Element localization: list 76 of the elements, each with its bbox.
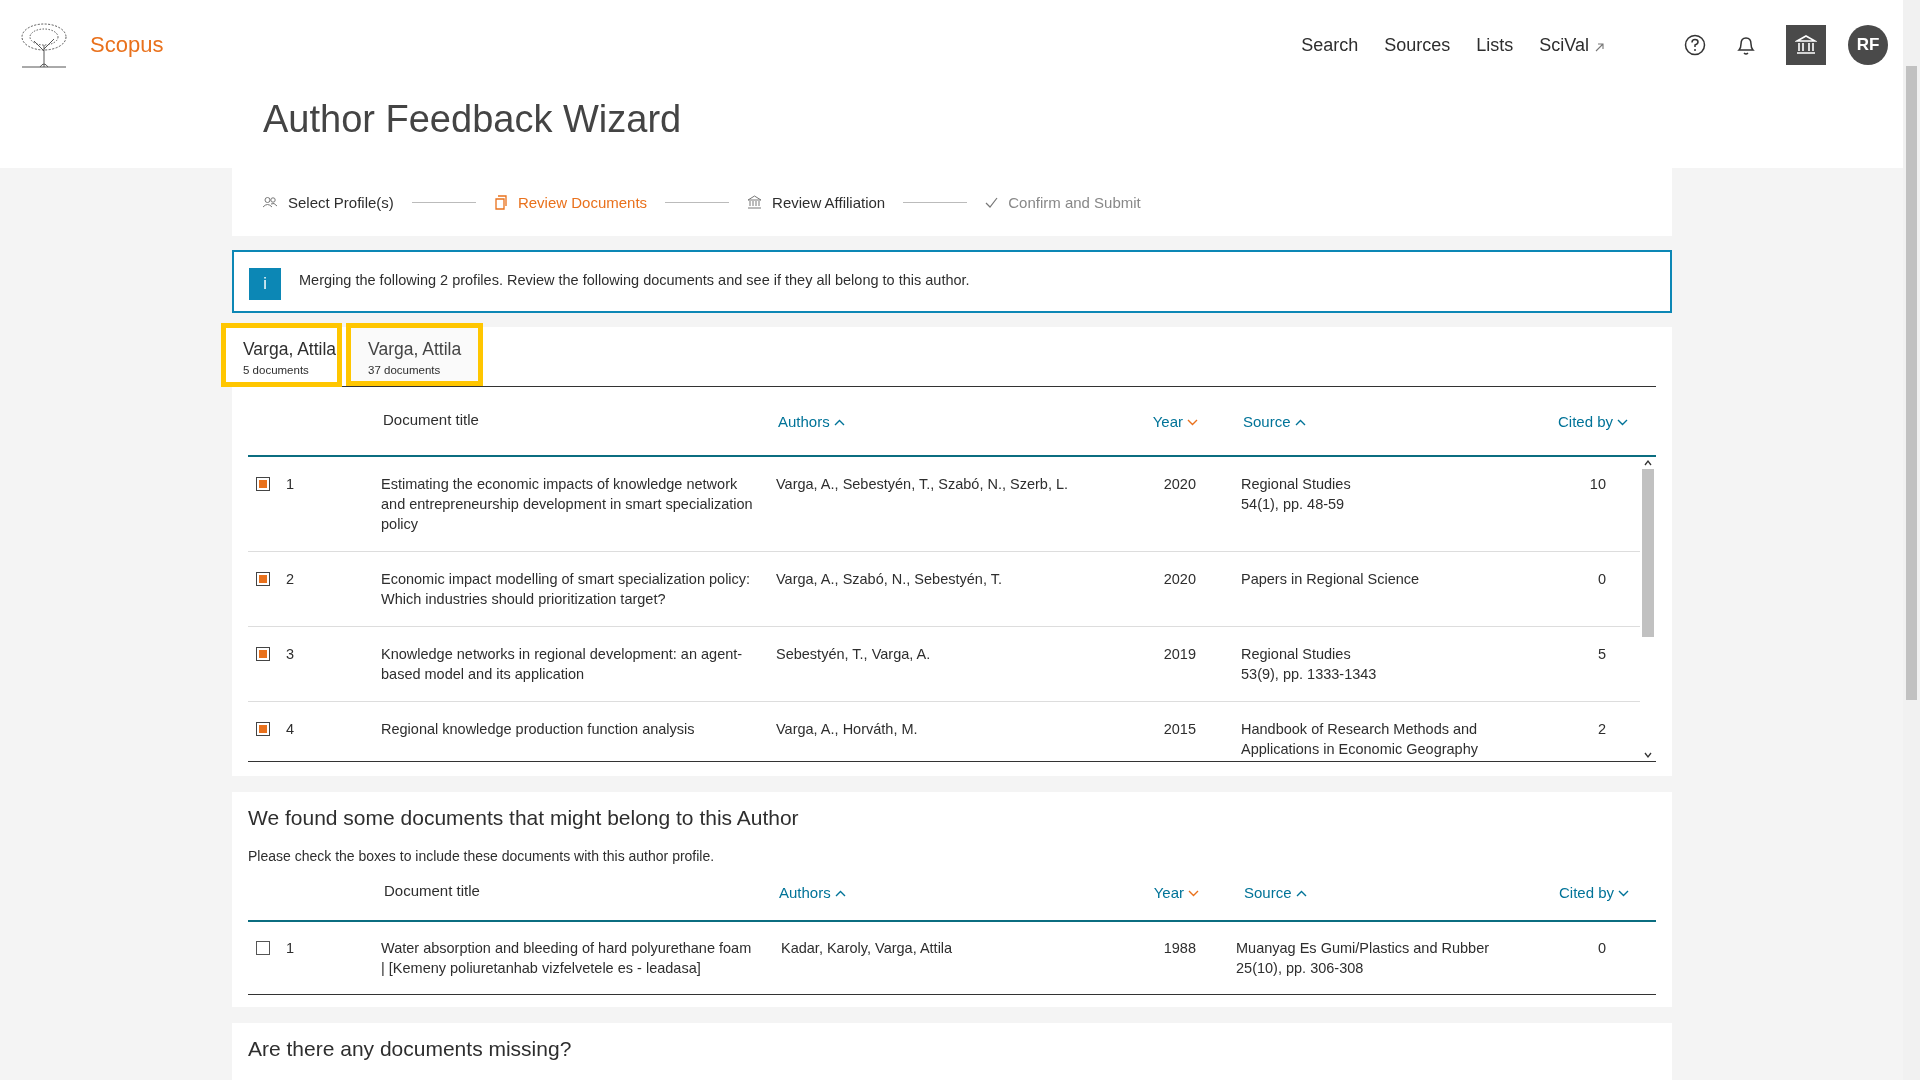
nav-link[interactable]: Lists	[1476, 34, 1514, 56]
section-hint: Please check the boxes to include these documents with this author profile.	[248, 848, 716, 864]
row-number: 3	[285, 645, 296, 664]
external-link-icon	[1595, 43, 1604, 52]
sort-column-button[interactable]: Authors	[778, 412, 845, 430]
checkbox[interactable]	[256, 572, 270, 586]
nav-link[interactable]: Sources	[1384, 34, 1451, 56]
section-heading: We found some documents that might belong to this Author	[248, 806, 800, 830]
cited-by-count: 0	[1596, 570, 1607, 589]
checkbox[interactable]	[256, 477, 270, 491]
year-cell-text: 2020	[1162, 570, 1196, 589]
column-header: Document title	[383, 410, 479, 428]
checkbox[interactable]	[256, 647, 270, 661]
authors-cell-text: Varga, A., Sebestyén, T., Szabó, N., Szerb, L.	[775, 475, 1070, 494]
nav-link[interactable]: Search	[1301, 34, 1359, 56]
section-heading: Are there any documents missing?	[248, 1037, 573, 1061]
institution-icon	[1795, 34, 1817, 56]
sort-column-button[interactable]: Source	[1243, 412, 1306, 430]
sort-column-button[interactable]: Year	[1153, 883, 1199, 901]
year-cell-text: 2015	[1162, 720, 1196, 739]
year-cell-text: 1988	[1162, 939, 1196, 958]
column-header: Document title	[384, 881, 480, 899]
authors-cell-text: Varga, A., Szabó, N., Sebestyén, T.	[775, 570, 1003, 589]
institution-button[interactable]	[1786, 25, 1826, 65]
info-icon: i	[249, 268, 281, 300]
sort-column-button[interactable]: Source	[1244, 883, 1307, 901]
source-name: Muanyag Es Gumi/Plastics and Rubber	[1236, 939, 1491, 958]
source-detail: 54(1), pp. 48-59	[1241, 495, 1346, 514]
info-message: Merging the following 2 profiles. Review the following documents and see if they all belong to this author.	[299, 271, 970, 288]
cited-by-count: 10	[1588, 475, 1607, 494]
row-number: 1	[285, 475, 296, 494]
source-detail: 53(9), pp. 1333-1343	[1241, 665, 1378, 684]
checkbox[interactable]	[256, 722, 270, 736]
row-number: 4	[285, 720, 296, 739]
year-cell-text: 2019	[1162, 645, 1196, 664]
cited-by-count: 0	[1596, 939, 1607, 958]
source-name: Regional Studies	[1241, 645, 1352, 664]
document-title: Water absorption and bleeding of hard polyurethane foam | [Kemeny poliuretanhab vizfelvetele es - leadasa]	[381, 939, 753, 978]
source-name: Papers in Regional Science	[1241, 570, 1421, 589]
source-name: Handbook of Research Methods and Applications in Economic Geography	[1241, 720, 1479, 759]
authors-cell-text: Kadar, Karoly, Varga, Attila	[780, 939, 954, 958]
sort-column-button[interactable]: Cited by	[1557, 412, 1628, 430]
cited-by-count: 5	[1596, 645, 1607, 664]
brand-name[interactable]: Scopus	[90, 32, 164, 58]
check-icon	[985, 196, 999, 208]
cited-by-count: 2	[1596, 720, 1607, 739]
institution-icon	[747, 195, 763, 209]
sort-column-button[interactable]: Cited by	[1558, 883, 1629, 901]
bell-icon[interactable]	[1736, 34, 1756, 56]
wizard-step[interactable]: Review Affiliation	[747, 193, 886, 211]
document-title: Economic impact modelling of smart specialization policy: Which industries should prioritization target?	[381, 570, 752, 609]
people-icon	[262, 195, 278, 209]
row-number: 1	[285, 939, 296, 958]
year-cell-text: 2020	[1162, 475, 1196, 494]
authors-cell-text: Sebestyén, T., Varga, A.	[775, 645, 932, 664]
help-icon[interactable]	[1684, 34, 1706, 56]
sort-column-button[interactable]: Authors	[779, 883, 846, 901]
user-avatar[interactable]: RF	[1848, 25, 1888, 65]
row-number: 2	[285, 570, 296, 589]
document-title: Estimating the economic impacts of knowledge network and entrepreneurship development in smart specialization policy	[381, 475, 754, 534]
sort-column-button[interactable]: Year	[1152, 412, 1198, 430]
nav-link[interactable]: SciVal	[1539, 34, 1604, 56]
wizard-step[interactable]: Review Documents	[493, 193, 648, 211]
checkbox[interactable]	[256, 941, 270, 955]
authors-cell-text: Varga, A., Horváth, M.	[775, 720, 919, 739]
profile-tab[interactable]: Varga, Attila 5 documents	[221, 323, 343, 387]
document-title: Knowledge networks in regional development: an agent-based model and its application	[381, 645, 744, 684]
wizard-step[interactable]: Select Profile(s)	[262, 193, 394, 211]
source-name: Regional Studies	[1241, 475, 1352, 494]
profile-tab[interactable]: Varga, Attila 37 documents	[346, 323, 484, 386]
scroll-up-icon[interactable]	[1643, 459, 1653, 467]
document-title: Regional knowledge production function analysis	[381, 720, 696, 739]
scroll-down-icon[interactable]	[1643, 751, 1653, 759]
page-title: Author Feedback Wizard	[263, 97, 683, 141]
source-detail: 25(10), pp. 306-308	[1236, 959, 1365, 978]
document-icon	[493, 194, 508, 210]
